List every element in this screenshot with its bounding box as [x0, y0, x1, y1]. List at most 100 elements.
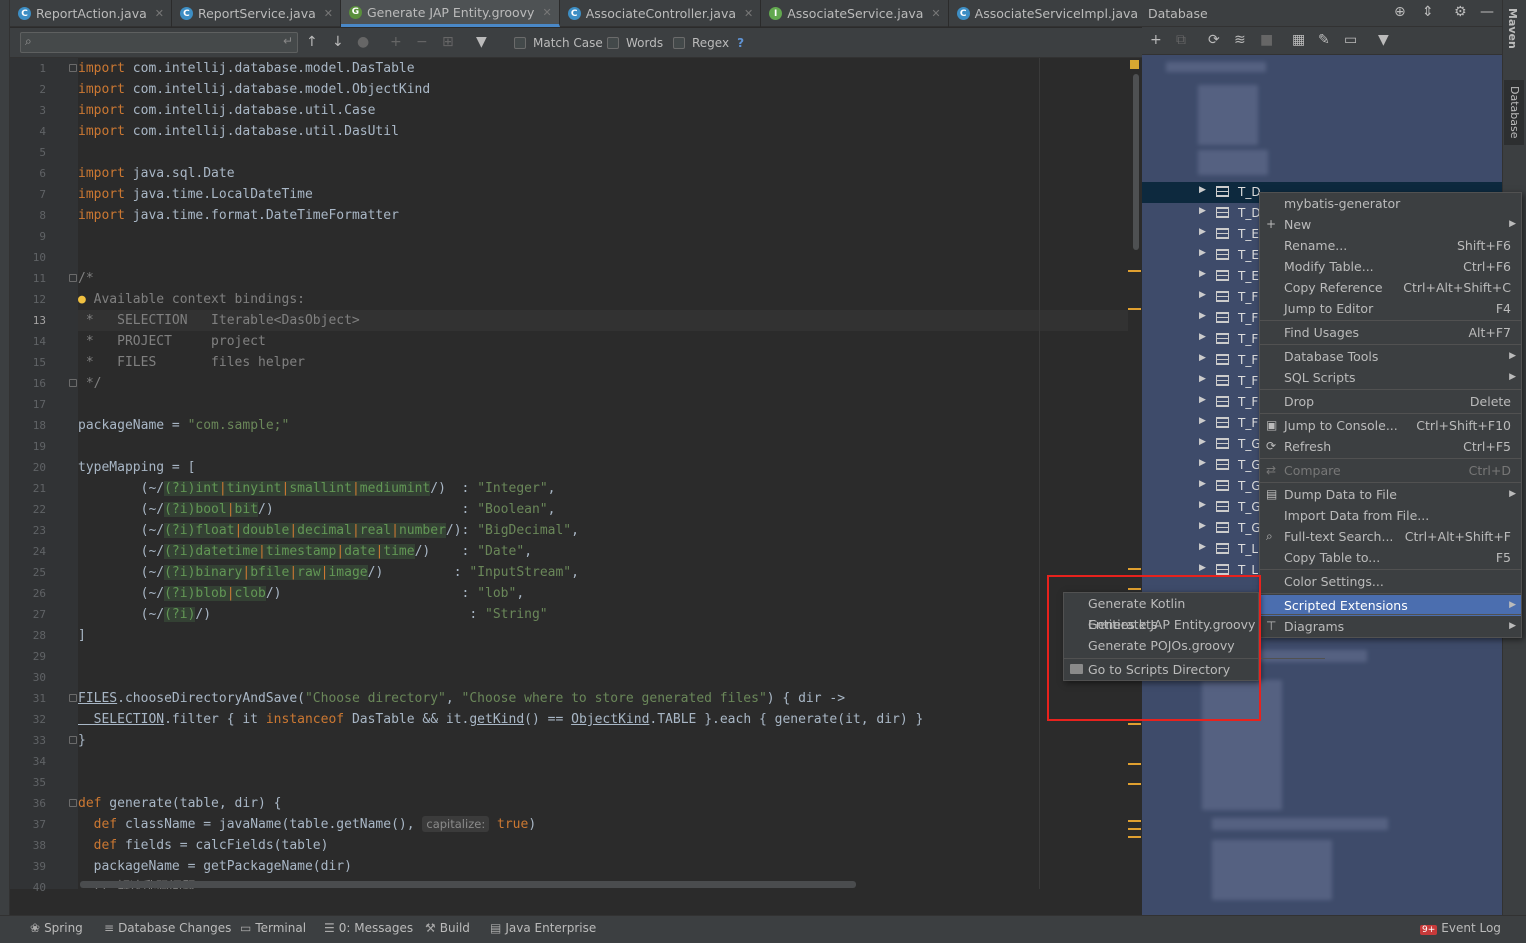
match-case-option[interactable]: Match Case [514, 36, 603, 50]
expand-arrow-icon[interactable]: ▶ [1199, 206, 1206, 216]
menu-item-diagrams[interactable]: ⊤ Diagrams ▶ [1260, 616, 1521, 637]
filter-icon[interactable]: ▼ [476, 34, 487, 50]
tab-maven[interactable]: Maven [1506, 8, 1519, 49]
fold-marker-icon[interactable] [69, 694, 77, 702]
tab-associate-controller[interactable]: C AssociateController.java ✕ [560, 0, 762, 27]
fold-marker-icon[interactable] [69, 64, 77, 72]
match-case-checkbox[interactable] [514, 37, 526, 49]
hide-icon[interactable]: — [1480, 4, 1494, 20]
close-icon[interactable]: ✕ [324, 7, 333, 20]
warning-mark[interactable] [1128, 763, 1141, 765]
menu-item-full-text-search[interactable]: ⌕ Full-text Search... Ctrl+Alt+Shift+F [1260, 526, 1521, 547]
table-icon[interactable]: ▦ [1292, 32, 1305, 48]
gear-icon[interactable]: ⚙ [1454, 4, 1467, 20]
tab-associate-service-impl[interactable]: CAssociateServiceImpl.java✕ [949, 0, 1164, 27]
menu-item-drop[interactable]: Drop Delete [1260, 391, 1521, 412]
warning-mark[interactable] [1128, 723, 1141, 725]
expand-arrow-icon[interactable]: ▶ [1199, 521, 1206, 531]
words-option[interactable]: Words [607, 36, 663, 50]
expand-arrow-icon[interactable]: ▶ [1199, 290, 1206, 300]
expand-arrow-icon[interactable]: ▶ [1199, 332, 1206, 342]
console-icon[interactable]: ▭ [1344, 32, 1357, 48]
select-all-occurrences-icon[interactable]: ⊞ [442, 34, 454, 50]
expand-arrow-icon[interactable]: ▶ [1199, 437, 1206, 447]
fold-marker-icon[interactable] [69, 799, 77, 807]
close-icon[interactable]: ✕ [542, 6, 551, 19]
tab-report-service[interactable]: C ReportService.java ✕ [172, 0, 341, 27]
code-editor[interactable]: import com.intellij.database.model.DasTa… [78, 58, 1128, 889]
expand-arrow-icon[interactable]: ▶ [1199, 479, 1206, 489]
warning-indicator-icon[interactable] [1130, 60, 1139, 69]
expand-arrow-icon[interactable]: ▶ [1199, 458, 1206, 468]
menu-item-mybatis-generator[interactable]: mybatis-generator [1260, 193, 1521, 214]
new-line-icon[interactable]: ↵ [283, 34, 293, 48]
expand-arrow-icon[interactable]: ▶ [1199, 395, 1206, 405]
schema-icon[interactable]: ≋ [1234, 32, 1246, 48]
db-changes-tool-button[interactable]: ≡ Database Changes [104, 921, 231, 935]
expand-arrow-icon[interactable]: ▶ [1199, 185, 1206, 195]
menu-item-dump-data-to-file[interactable]: ▤ Dump Data to File ▶ [1260, 484, 1521, 505]
fold-marker-icon[interactable] [69, 379, 77, 387]
previous-occurrence-icon[interactable]: ↑ [306, 34, 318, 50]
expand-arrow-icon[interactable]: ▶ [1199, 500, 1206, 510]
horizontal-scrollbar[interactable] [80, 881, 856, 888]
remove-occurrence-icon[interactable]: − [416, 34, 428, 50]
copy-icon[interactable]: ⧉ [1176, 32, 1186, 48]
menu-item-color-settings[interactable]: Color Settings... [1260, 571, 1521, 592]
tab-report-action[interactable]: C ReportAction.java ✕ [10, 0, 172, 27]
close-icon[interactable]: ✕ [931, 7, 940, 20]
search-input[interactable]: ⌕ ↵ [20, 32, 298, 53]
warning-mark[interactable] [1128, 836, 1141, 838]
menu-item-modify-table[interactable]: Modify Table... Ctrl+F6 [1260, 256, 1521, 277]
menu-item-import-data-from-file[interactable]: Import Data from File... [1260, 505, 1521, 526]
java-enterprise-tool-button[interactable]: ▤ Java Enterprise [490, 921, 596, 935]
search-icon[interactable]: ⌕ [25, 34, 32, 49]
words-checkbox[interactable] [607, 37, 619, 49]
add-occurrence-icon[interactable]: + [390, 34, 402, 50]
expand-arrow-icon[interactable]: ▶ [1199, 374, 1206, 384]
expand-arrow-icon[interactable]: ▶ [1199, 311, 1206, 321]
menu-item-find-usages[interactable]: Find Usages Alt+F7 [1260, 322, 1521, 343]
messages-tool-button[interactable]: ☰ 0: Messages [324, 921, 413, 935]
expand-arrow-icon[interactable]: ▶ [1199, 542, 1206, 552]
close-icon[interactable]: ✕ [744, 7, 753, 20]
warning-mark[interactable] [1128, 308, 1141, 310]
tab-generate-jap-entity[interactable]: G Generate JAP Entity.groovy ✕ [341, 0, 560, 27]
expand-arrow-icon[interactable]: ▶ [1199, 353, 1206, 363]
regex-help-link[interactable]: ? [737, 36, 744, 50]
lightbulb-icon[interactable]: ● [78, 292, 86, 307]
build-tool-button[interactable]: ⚒ Build [425, 921, 470, 935]
fold-marker-icon[interactable] [69, 274, 77, 282]
warning-mark[interactable] [1128, 270, 1141, 272]
expand-arrow-icon[interactable]: ▶ [1199, 248, 1206, 258]
expand-arrow-icon[interactable]: ▶ [1199, 227, 1206, 237]
vertical-scrollbar[interactable] [1133, 74, 1139, 250]
menu-item-jump-to-console[interactable]: ▣ Jump to Console... Ctrl+Shift+F10 [1260, 415, 1521, 436]
regex-checkbox[interactable] [673, 37, 685, 49]
expand-arrow-icon[interactable]: ▶ [1199, 269, 1206, 279]
globe-icon[interactable]: ⊕ [1394, 4, 1406, 20]
menu-item-sql-scripts[interactable]: SQL Scripts ▶ [1260, 367, 1521, 388]
menu-item-scripted-extensions[interactable]: Scripted Extensions ▶ [1260, 595, 1521, 616]
find-all-icon[interactable]: ● [357, 34, 369, 50]
add-icon[interactable]: + [1150, 32, 1162, 48]
event-log-tool-button[interactable]: 9+ Event Log [1420, 921, 1501, 935]
expand-arrow-icon[interactable]: ▶ [1199, 416, 1206, 426]
terminal-tool-button[interactable]: ▭ Terminal [240, 921, 306, 935]
warning-mark[interactable] [1128, 568, 1141, 570]
fold-marker-icon[interactable] [69, 736, 77, 744]
warning-mark[interactable] [1128, 828, 1141, 830]
menu-item-new[interactable]: + New ▶ [1260, 214, 1521, 235]
refresh-icon[interactable]: ⟳ [1208, 32, 1220, 48]
menu-item-rename[interactable]: Rename... Shift+F6 [1260, 235, 1521, 256]
spring-tool-button[interactable]: ❀ Spring [30, 921, 83, 935]
menu-item-refresh[interactable]: ⟳ Refresh Ctrl+F5 [1260, 436, 1521, 457]
collapse-icon[interactable]: ⇕ [1422, 4, 1434, 20]
warning-mark[interactable] [1128, 820, 1141, 822]
menu-item-copy-reference[interactable]: Copy Reference Ctrl+Alt+Shift+C [1260, 277, 1521, 298]
menu-item-database-tools[interactable]: Database Tools ▶ [1260, 346, 1521, 367]
line-number-gutter[interactable]: 1 2 3 4 5 6 7 8 9 10 11 12 13 14 15 16 17 18 19 20 21 22 23 24 2… [10, 58, 78, 894]
tab-associate-service[interactable]: I AssociateService.java ✕ [761, 0, 949, 27]
warning-mark[interactable] [1128, 783, 1141, 785]
close-icon[interactable]: ✕ [155, 7, 164, 20]
